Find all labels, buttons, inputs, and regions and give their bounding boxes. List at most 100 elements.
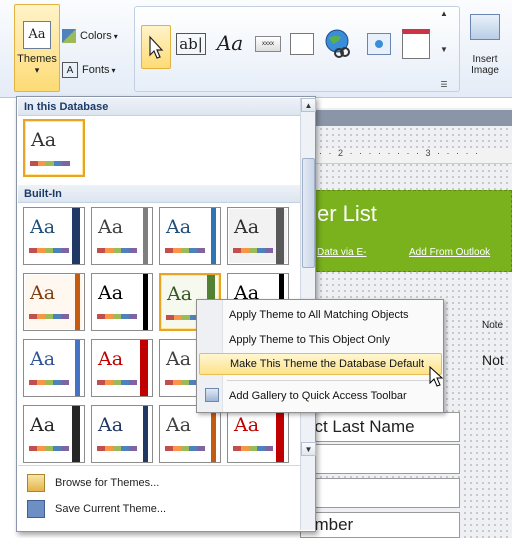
theme-thumb[interactable]: Aa xyxy=(91,339,153,397)
section-built-in: Built-In xyxy=(18,185,300,203)
colors-label: Colors xyxy=(80,30,112,42)
navigation-icon xyxy=(402,29,430,59)
divider xyxy=(18,465,300,466)
theme-sample-text: Aa xyxy=(234,414,260,436)
horizontal-ruler: · · · · 2 · · · · · · · · 3 · · · · · xyxy=(300,148,512,164)
colors-icon xyxy=(62,29,76,43)
chevron-down-icon: ▾ xyxy=(113,31,118,41)
hyperlink-control-button[interactable] xyxy=(321,25,355,61)
menu-separator xyxy=(227,380,439,381)
theme-color-swatch xyxy=(97,314,137,319)
theme-color-swatch xyxy=(30,161,70,166)
gallery-scroll[interactable]: ▲ ▼ ☰ xyxy=(437,9,451,89)
theme-accent-bar xyxy=(140,340,148,396)
label-icon: Aa xyxy=(216,31,244,55)
theme-sample-text: Aa xyxy=(166,348,192,370)
theme-color-swatch xyxy=(29,446,69,451)
theme-color-swatch xyxy=(29,314,69,319)
add-gallery-qat-label: Add Gallery to Quick Access Toolbar xyxy=(229,390,407,402)
insert-image-button[interactable]: Insert Image xyxy=(462,14,508,94)
ribbon: Aa Themes ▾ Colors ▾ A Fonts ▾ ab| Aa xx… xyxy=(0,0,512,109)
scroll-up-icon[interactable]: ▲ xyxy=(301,98,316,112)
theme-sample-text: Aa xyxy=(31,129,57,151)
theme-thumb[interactable]: Aa xyxy=(91,207,153,265)
apply-this-object-item[interactable]: Apply Theme to This Object Only xyxy=(199,329,442,351)
more-icon[interactable]: ☰ xyxy=(440,80,447,89)
theme-thumb[interactable]: Aa xyxy=(227,207,289,265)
web-browser-control-button[interactable] xyxy=(363,29,395,59)
header-link-outlook[interactable]: Add From Outlook xyxy=(409,247,490,258)
theme-sample-text: Aa xyxy=(30,216,56,238)
theme-thumb[interactable]: Aa xyxy=(23,339,85,397)
theme-sample-text: Aa xyxy=(98,348,124,370)
notes-label: Note xyxy=(482,320,504,331)
colors-button[interactable]: Colors ▾ xyxy=(62,26,128,46)
textbox-control-button[interactable]: ab| xyxy=(175,29,207,59)
header-link-email[interactable]: Data via E- xyxy=(317,247,366,258)
scroll-down-icon[interactable]: ▼ xyxy=(301,442,316,456)
field-4[interactable]: umber xyxy=(300,512,460,538)
theme-sample-text: Aa xyxy=(167,283,193,305)
themes-icon: Aa xyxy=(23,20,51,49)
notes-field: Not xyxy=(482,352,504,368)
theme-thumb[interactable]: Aa xyxy=(159,405,221,463)
field-3[interactable]: e xyxy=(300,478,460,508)
fonts-button[interactable]: A Fonts ▾ xyxy=(62,60,128,80)
insert-image-label: Insert xyxy=(472,54,498,65)
globe-link-icon xyxy=(325,29,350,58)
theme-thumb[interactable]: Aa xyxy=(23,405,85,463)
theme-accent-bar xyxy=(143,406,148,462)
theme-sample-text: Aa xyxy=(98,414,124,436)
tab-control-icon xyxy=(290,33,314,55)
theme-thumb[interactable]: Aa xyxy=(23,207,85,265)
theme-accent-bar xyxy=(276,406,284,462)
theme-accent-bar xyxy=(72,406,80,462)
theme-color-swatch xyxy=(233,248,273,253)
save-current-theme-item[interactable]: Save Current Theme... xyxy=(19,497,299,521)
field-last-name[interactable]: act Last Name xyxy=(300,412,460,442)
tab-control-button[interactable] xyxy=(287,29,317,59)
chevron-down-icon: ▾ xyxy=(34,64,40,75)
theme-thumb[interactable]: Aa xyxy=(23,273,85,331)
theme-accent-bar xyxy=(75,274,80,330)
themes-label: Themes xyxy=(17,52,57,65)
theme-thumb[interactable]: Aa xyxy=(91,273,153,331)
themes-button[interactable]: Aa Themes ▾ xyxy=(14,4,60,92)
section-bar xyxy=(300,110,512,126)
theme-thumb-current[interactable]: Aa xyxy=(23,119,85,177)
scroll-down-icon[interactable]: ▼ xyxy=(440,45,448,54)
theme-context-menu: Apply Theme to All Matching Objects Appl… xyxy=(196,299,444,413)
scrollbar-thumb[interactable] xyxy=(302,158,315,268)
save-current-theme-label: Save Current Theme... xyxy=(55,503,167,515)
button-control-button[interactable]: xxxx xyxy=(253,31,283,57)
pointer-icon xyxy=(149,35,164,59)
save-icon xyxy=(27,500,45,518)
theme-accent-bar xyxy=(143,208,148,264)
theme-accent-bar xyxy=(75,340,80,396)
section-in-this-database-label: In this Database xyxy=(24,100,109,113)
section-in-this-database: In this Database xyxy=(18,98,300,116)
theme-thumb[interactable]: Aa xyxy=(159,207,221,265)
apply-this-object-label: Apply Theme to This Object Only xyxy=(229,334,390,346)
apply-all-matching-item[interactable]: Apply Theme to All Matching Objects xyxy=(199,304,442,326)
navigation-control-button[interactable] xyxy=(399,27,433,61)
field-2[interactable]: l xyxy=(300,444,460,474)
theme-sample-text: Aa xyxy=(166,414,192,436)
browse-for-themes-label: Browse for Themes... xyxy=(55,477,160,489)
theme-sample-text: Aa xyxy=(166,216,192,238)
theme-thumb[interactable]: Aa xyxy=(91,405,153,463)
label-control-button[interactable]: Aa xyxy=(213,27,247,59)
scroll-up-icon[interactable]: ▲ xyxy=(440,9,448,18)
web-browser-icon xyxy=(367,33,391,55)
browse-for-themes-item[interactable]: Browse for Themes... xyxy=(19,471,299,495)
make-database-default-item[interactable]: Make This Theme the Database Default xyxy=(199,353,442,375)
apply-all-matching-label: Apply Theme to All Matching Objects xyxy=(229,309,409,321)
theme-thumb[interactable]: Aa xyxy=(227,405,289,463)
theme-sample-text: Aa xyxy=(98,216,124,238)
theme-color-swatch xyxy=(29,248,69,253)
select-pointer-button[interactable] xyxy=(141,25,171,69)
add-gallery-qat-item[interactable]: Add Gallery to Quick Access Toolbar xyxy=(199,385,442,407)
theme-color-swatch xyxy=(97,446,137,451)
make-database-default-label: Make This Theme the Database Default xyxy=(230,358,425,370)
section-built-in-label: Built-In xyxy=(24,187,62,200)
